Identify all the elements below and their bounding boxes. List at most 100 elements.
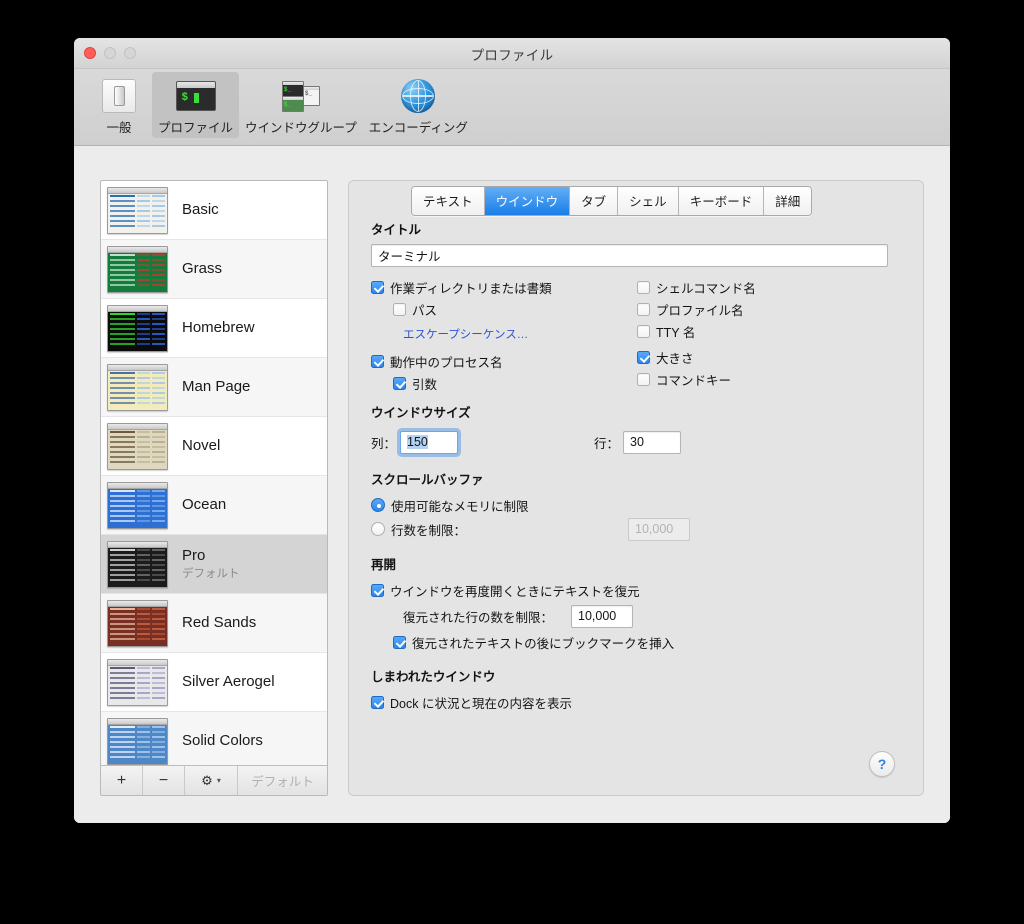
checkbox-path-label: パス — [412, 303, 438, 318]
toolbar-item-encodings-label: エンコーディング — [368, 121, 468, 135]
profile-list-toolbar: + − ⚙ ▾ デフォルト — [101, 765, 327, 795]
profile-row[interactable]: Basic — [101, 181, 327, 240]
window-title-input[interactable]: ターミナル — [371, 244, 888, 267]
toolbar-item-window-groups-label: ウインドウグループ — [245, 121, 357, 135]
profile-row[interactable]: Solid Colors — [101, 712, 327, 765]
toolbar-item-general[interactable]: 一般 — [86, 72, 152, 138]
checkbox-active-process-name[interactable] — [371, 354, 384, 368]
toolbar-item-window-groups[interactable]: $_ $_ $_ ウインドウグループ — [239, 72, 363, 138]
profile-thumbnail — [107, 186, 168, 234]
profile-actions-menu-button[interactable]: ⚙ ▾ — [185, 766, 238, 795]
checkbox-row-insert-bookmark[interactable]: 復元されたテキストの後にブックマークを挿入 — [371, 631, 905, 653]
profile-row[interactable]: Red Sands — [101, 594, 327, 653]
checkbox-tty-name[interactable] — [637, 324, 650, 338]
columns-input[interactable]: 150 — [400, 430, 459, 454]
rows-label: 行： — [594, 436, 620, 451]
restore-limit-input[interactable]: 10,000 — [571, 604, 634, 628]
restore-limit-input-value: 10,000 — [578, 609, 617, 623]
checkbox-insert-bookmark-label: 復元されたテキストの後にブックマークを挿入 — [412, 636, 675, 651]
window-title: プロファイル — [470, 48, 554, 63]
profile-row[interactable]: Grass — [101, 240, 327, 299]
help-button[interactable]: ? — [869, 751, 895, 777]
checkbox-tty-name-label: TTY 名 — [656, 325, 696, 340]
checkbox-working-directory[interactable] — [371, 280, 384, 294]
escape-sequences-link[interactable]: エスケープシーケンス… — [403, 329, 528, 341]
tab-タブ[interactable]: タブ — [570, 187, 619, 215]
checkbox-insert-bookmark[interactable] — [393, 635, 406, 649]
section-window-size-heading: ウインドウサイズ — [371, 406, 471, 420]
checkbox-restore-text[interactable] — [371, 583, 384, 597]
section-hidden-window-heading: しまわれたウインドウ — [371, 670, 496, 684]
profile-thumbnail — [107, 540, 168, 588]
radio-limit-rows-label: 行数を制限： — [391, 523, 467, 538]
profile-name: Silver Aerogel — [182, 673, 275, 691]
profile-name: Solid Colors — [182, 732, 263, 750]
checkbox-shell-command-name[interactable] — [637, 280, 650, 294]
profile-thumbnail — [107, 245, 168, 293]
profile-thumbnail — [107, 658, 168, 706]
tab-ウインドウ[interactable]: ウインドウ — [484, 187, 571, 215]
checkbox-arguments[interactable] — [393, 376, 406, 390]
checkbox-command-key[interactable] — [637, 372, 650, 386]
checkbox-row-dimensions[interactable]: 大きさ — [637, 346, 887, 368]
tab-テキスト[interactable]: テキスト — [412, 187, 485, 215]
checkbox-row-tty-name[interactable]: TTY 名 — [637, 320, 887, 342]
checkbox-profile-name[interactable] — [637, 302, 650, 316]
add-profile-button[interactable]: + — [101, 766, 143, 795]
window-tab-content: タイトル ターミナル 作業ディレクトリまたは書類 パス エスケープシーケンス… … — [371, 219, 905, 785]
checkbox-working-directory-label: 作業ディレクトリまたは書類 — [390, 281, 552, 296]
globe-icon — [369, 76, 468, 116]
checkbox-row-command-key[interactable]: コマンドキー — [637, 368, 887, 390]
preferences-toolbar: 一般 $ プロファイル $_ $_ $_ ウインドウグループ エンコーディング — [74, 69, 950, 146]
profile-row[interactable]: Ocean — [101, 476, 327, 535]
scroll-limit-input[interactable]: 10,000 — [628, 517, 691, 541]
profile-row[interactable]: Silver Aerogel — [101, 653, 327, 712]
chevron-down-icon: ▾ — [216, 776, 221, 785]
checkbox-active-process-name-label: 動作中のプロセス名 — [390, 355, 503, 370]
profile-row[interactable]: Pro デフォルト — [101, 535, 327, 594]
checkbox-dock-status-label: Dock に状況と現在の内容を表示 — [390, 696, 572, 711]
toolbar-item-encodings[interactable]: エンコーディング — [363, 72, 474, 138]
profile-row[interactable]: Homebrew — [101, 299, 327, 358]
general-prefs-icon — [92, 76, 146, 116]
profile-thumbnail — [107, 481, 168, 529]
profile-name: Homebrew — [182, 319, 255, 337]
tab-キーボード[interactable]: キーボード — [678, 187, 765, 215]
remove-profile-button[interactable]: − — [143, 766, 185, 795]
checkbox-row-restore-text[interactable]: ウインドウを再度開くときにテキストを復元 — [371, 579, 905, 601]
section-scroll-buffer-heading: スクロールバッファ — [371, 473, 484, 487]
profile-list-scroll[interactable]: Basic Grass Homebrew Man Page Novel Ocean Pro デ… — [101, 181, 327, 765]
rows-input[interactable]: 30 — [623, 430, 682, 454]
checkbox-path[interactable] — [393, 302, 406, 316]
radio-limit-to-memory[interactable] — [371, 498, 385, 512]
checkbox-row-profile-name[interactable]: プロファイル名 — [637, 298, 887, 320]
toolbar-item-general-label: 一般 — [106, 121, 132, 135]
profile-name: Ocean — [182, 496, 227, 514]
profile-default-badge: デフォルト — [182, 568, 240, 581]
set-default-button[interactable]: デフォルト — [238, 766, 327, 795]
radio-row-limit-memory[interactable]: 使用可能なメモリに制限 — [371, 494, 905, 516]
checkbox-dock-status[interactable] — [371, 695, 384, 709]
checkbox-row-active-process[interactable]: 動作中のプロセス名 — [371, 350, 641, 372]
profile-row[interactable]: Novel — [101, 417, 327, 476]
profile-name: Man Page — [182, 378, 251, 396]
preferences-window: プロファイル 一般 $ プロファイル $_ $_ $_ ウインドウグループ エン… — [74, 38, 950, 823]
rows-input-value: 30 — [630, 435, 644, 449]
checkbox-row-arguments[interactable]: 引数 — [371, 372, 641, 394]
profile-name: Red Sands — [182, 614, 257, 632]
profile-row[interactable]: Man Page — [101, 358, 327, 417]
checkbox-row-working-directory[interactable]: 作業ディレクトリまたは書類 — [371, 276, 641, 298]
checkbox-row-dock-status[interactable]: Dock に状況と現在の内容を表示 — [371, 691, 905, 713]
checkbox-dimensions-label: 大きさ — [656, 351, 694, 366]
checkbox-row-path[interactable]: パス — [371, 298, 641, 320]
checkbox-row-shell-command[interactable]: シェルコマンド名 — [637, 276, 887, 298]
toolbar-item-profiles[interactable]: $ プロファイル — [152, 72, 240, 138]
toolbar-item-profiles-label: プロファイル — [158, 121, 234, 135]
profile-thumbnail — [107, 717, 168, 765]
radio-limit-rows[interactable] — [371, 522, 385, 536]
tab-詳細[interactable]: 詳細 — [764, 187, 812, 215]
profile-thumbnail — [107, 422, 168, 470]
settings-panel: テキスト ウインドウ タブ シェル キーボード 詳細 タイトル ターミナル 作業ディレクト… — [348, 180, 924, 796]
tab-シェル[interactable]: シェル — [618, 187, 679, 215]
checkbox-dimensions[interactable] — [637, 350, 650, 364]
